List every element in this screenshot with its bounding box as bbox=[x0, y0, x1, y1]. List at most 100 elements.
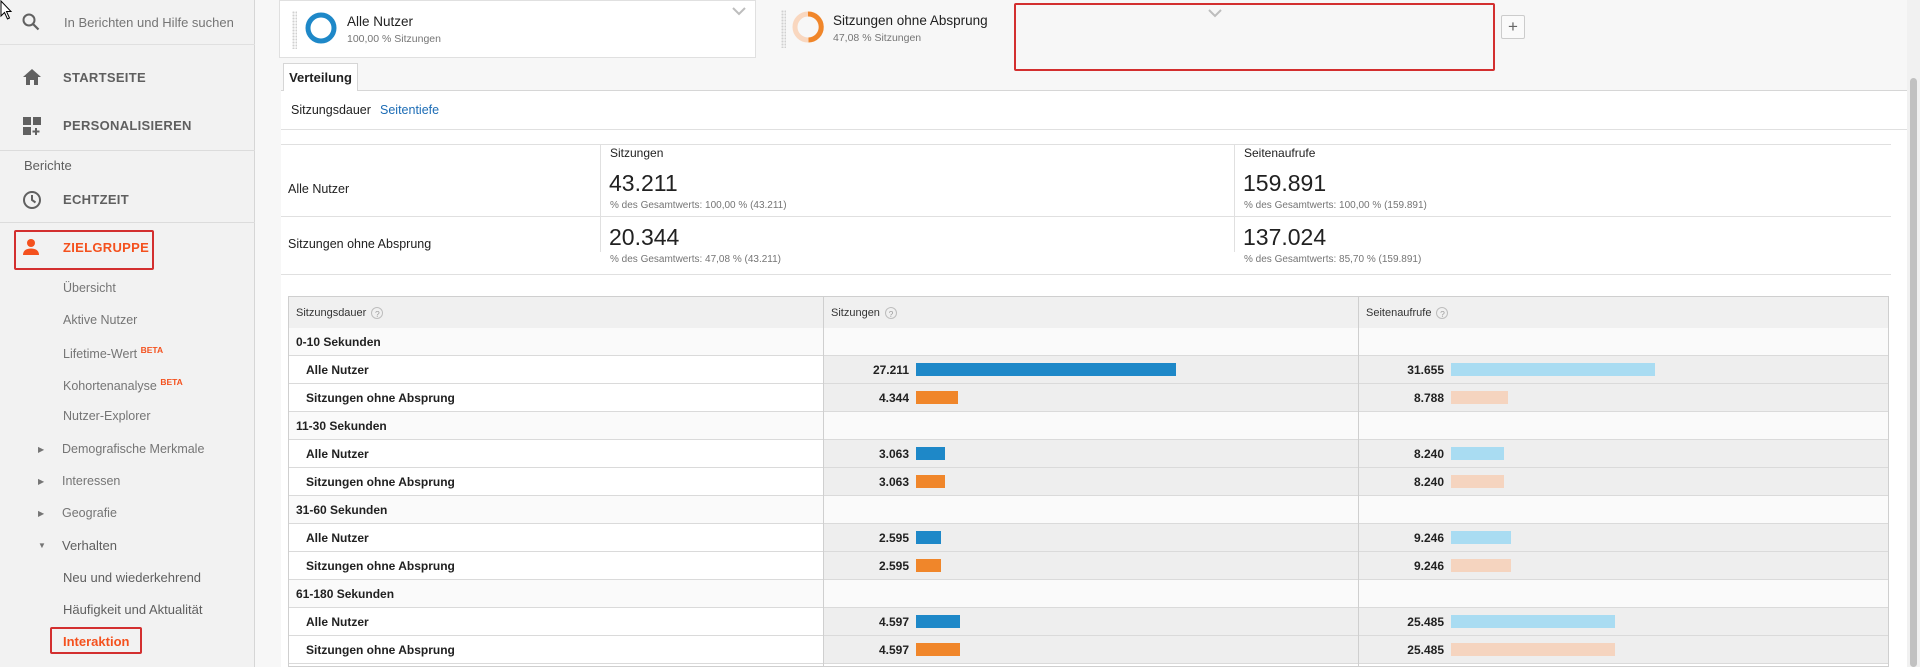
subtab-session-duration[interactable]: Sitzungsdauer bbox=[291, 103, 371, 117]
segment-label: Sitzungen ohne Absprung bbox=[306, 643, 455, 657]
expand-arrow-icon[interactable]: ▶ bbox=[38, 445, 44, 454]
column-header-session-duration[interactable]: Sitzungsdauer? bbox=[296, 307, 384, 320]
pageviews-bar bbox=[1451, 391, 1508, 404]
divider bbox=[1234, 144, 1235, 252]
drag-handle-icon[interactable] bbox=[781, 10, 786, 48]
pageviews-bar bbox=[1451, 643, 1615, 656]
summary-pageviews-subtext: % des Gesamtwerts: 100,00 % (159.891) bbox=[1244, 200, 1427, 211]
summary-sessions-value: 20.344 bbox=[609, 224, 680, 250]
reports-heading: Berichte bbox=[24, 158, 72, 173]
pageviews-bar bbox=[1451, 615, 1615, 628]
table-row: Alle Nutzer 4.597 25.485 bbox=[289, 608, 1888, 636]
sidebar-item-frequency-recency[interactable]: Häufigkeit und Aktualität bbox=[63, 602, 202, 617]
sidebar-item-active-users[interactable]: Aktive Nutzer bbox=[63, 313, 137, 327]
subtab-page-depth[interactable]: Seitentiefe bbox=[380, 103, 439, 117]
nav-customize-label: PERSONALISIEREN bbox=[63, 118, 192, 133]
scrollbar[interactable] bbox=[1907, 0, 1920, 667]
sessions-bar bbox=[916, 643, 960, 656]
table-row: Sitzungen ohne Absprung 4.597 25.485 bbox=[289, 636, 1888, 664]
table-row: Sitzungen ohne Absprung 3.063 8.240 bbox=[289, 468, 1888, 496]
sessions-bar bbox=[916, 615, 960, 628]
nav-realtime[interactable]: ECHTZEIT bbox=[0, 176, 255, 224]
table-row: Sitzungen ohne Absprung 4.344 8.788 bbox=[289, 384, 1888, 412]
nav-customize[interactable]: PERSONALISIEREN bbox=[0, 102, 255, 150]
sidebar-item-overview[interactable]: Übersicht bbox=[63, 281, 116, 295]
pageviews-value: 8.240 bbox=[1413, 447, 1444, 461]
sidebar-item-demographics[interactable]: Demografische Merkmale bbox=[62, 442, 204, 456]
table-cell bbox=[289, 440, 823, 467]
pageviews-value: 31.655 bbox=[1407, 363, 1444, 377]
sessions-value: 4.597 bbox=[878, 643, 909, 657]
help-icon[interactable]: ? bbox=[371, 307, 384, 320]
scrollbar-thumb[interactable] bbox=[1910, 78, 1917, 667]
expand-arrow-icon[interactable]: ▶ bbox=[38, 509, 44, 518]
drag-handle-icon[interactable] bbox=[292, 11, 297, 49]
table-header: Sitzungsdauer? Sitzungen? Seitenaufrufe? bbox=[289, 297, 1888, 329]
pageviews-value: 9.246 bbox=[1413, 559, 1444, 573]
nav-home[interactable]: STARTSEITE bbox=[0, 54, 255, 102]
beta-badge: BETA bbox=[160, 377, 183, 387]
table-cell bbox=[289, 608, 823, 635]
segment-name: Alle Nutzer bbox=[347, 14, 414, 29]
search-box[interactable]: In Berichten und Hilfe suchen bbox=[0, 0, 255, 45]
table-cell bbox=[289, 524, 823, 551]
sidebar-item-geo[interactable]: Geografie bbox=[62, 506, 117, 520]
pageviews-bar bbox=[1451, 531, 1511, 544]
nav-home-label: STARTSEITE bbox=[63, 70, 146, 85]
divider bbox=[0, 222, 255, 223]
sessions-value: 3.063 bbox=[878, 475, 909, 489]
sessions-bar bbox=[916, 559, 941, 572]
search-input[interactable]: In Berichten und Hilfe suchen bbox=[64, 15, 234, 30]
group-label: 61-180 Sekunden bbox=[296, 587, 395, 601]
pageviews-value: 25.485 bbox=[1407, 615, 1444, 629]
main-content: Alle Nutzer 100,00 % Sitzungen Sitzungen… bbox=[255, 0, 1920, 667]
sessions-value: 4.597 bbox=[878, 615, 909, 629]
home-icon bbox=[23, 69, 41, 85]
column-header-label: Seitenaufrufe bbox=[1366, 307, 1432, 319]
column-header-pageviews[interactable]: Seitenaufrufe? bbox=[1366, 307, 1449, 320]
summary-row-label: Sitzungen ohne Absprung bbox=[288, 237, 432, 251]
tab-distribution[interactable]: Verteilung bbox=[283, 63, 358, 91]
table-row: Alle Nutzer 3.063 8.240 bbox=[289, 440, 1888, 468]
segment-label: Sitzungen ohne Absprung bbox=[306, 559, 455, 573]
collapse-arrow-icon[interactable]: ▼ bbox=[38, 541, 46, 550]
sidebar-item-lifetime-value[interactable]: Lifetime-Wert BETA bbox=[63, 345, 163, 361]
sidebar-item-interests[interactable]: Interessen bbox=[62, 474, 120, 488]
sessions-value: 2.595 bbox=[878, 559, 909, 573]
chevron-down-icon[interactable] bbox=[731, 5, 747, 17]
sidebar-item-user-explorer[interactable]: Nutzer-Explorer bbox=[63, 409, 151, 423]
group-label: 0-10 Sekunden bbox=[296, 335, 381, 349]
sidebar-item-engagement[interactable]: Interaktion bbox=[63, 634, 129, 649]
table-group-row: 0-10 Sekunden bbox=[289, 328, 1888, 356]
column-header-label: Sitzungen bbox=[831, 307, 880, 319]
chevron-down-icon[interactable] bbox=[1207, 7, 1223, 19]
table-group-row: 31-60 Sekunden bbox=[289, 496, 1888, 524]
sidebar-item-behavior[interactable]: Verhalten bbox=[62, 538, 117, 553]
summary-header-pageviews: Seitenaufrufe bbox=[1244, 146, 1316, 160]
pageviews-bar bbox=[1451, 559, 1511, 572]
sidebar-item-label: Lifetime-Wert bbox=[63, 347, 138, 362]
segment-ring-icon bbox=[305, 12, 337, 44]
subtabs: Sitzungsdauer Seitentiefe bbox=[281, 91, 1920, 130]
help-icon[interactable]: ? bbox=[1436, 307, 1449, 320]
group-label: 31-60 Sekunden bbox=[296, 503, 388, 517]
sidebar-item-cohort-analysis[interactable]: Kohortenanalyse BETA bbox=[63, 377, 183, 393]
expand-arrow-icon[interactable]: ▶ bbox=[38, 477, 44, 486]
summary-sessions-subtext: % des Gesamtwerts: 47,08 % (43.211) bbox=[610, 254, 782, 265]
segment-share: 47,08 % Sitzungen bbox=[833, 32, 922, 44]
nav-realtime-label: ECHTZEIT bbox=[63, 192, 129, 207]
column-divider bbox=[1358, 297, 1359, 666]
segment-share: 100,00 % Sitzungen bbox=[347, 33, 441, 45]
segment-ring-icon bbox=[792, 11, 824, 43]
table-group-row: 61-180 Sekunden bbox=[289, 580, 1888, 608]
column-header-sessions[interactable]: Sitzungen? bbox=[831, 307, 897, 320]
help-icon[interactable]: ? bbox=[884, 307, 897, 320]
segment-card-all-users[interactable]: Alle Nutzer 100,00 % Sitzungen bbox=[279, 0, 756, 58]
pageviews-bar bbox=[1451, 447, 1504, 460]
add-segment-button[interactable]: + bbox=[1501, 15, 1525, 39]
segment-label: Sitzungen ohne Absprung bbox=[306, 475, 455, 489]
table-row: Alle Nutzer 27.211 31.655 bbox=[289, 356, 1888, 384]
sidebar-item-new-vs-returning[interactable]: Neu und wiederkehrend bbox=[63, 570, 201, 585]
segment-label: Alle Nutzer bbox=[306, 363, 369, 377]
pageviews-bar bbox=[1451, 475, 1504, 488]
